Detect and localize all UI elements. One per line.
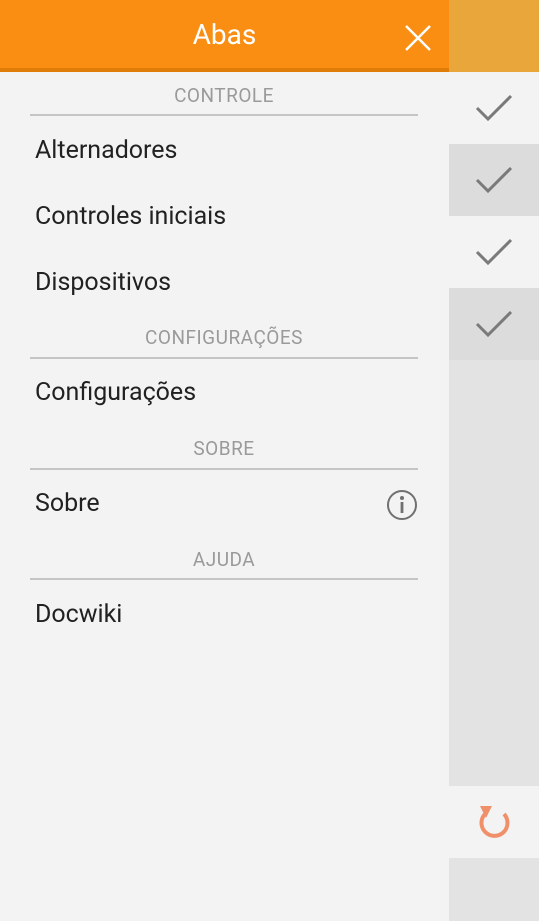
- checkmark-icon: [475, 166, 513, 194]
- checkmark-icon: [475, 94, 513, 122]
- checkmark-icon: [475, 310, 513, 338]
- section-header-controle: CONTROLE: [174, 84, 274, 107]
- checkmark-icon: [475, 238, 513, 266]
- section-header-configuracoes: CONFIGURAÇÕES: [145, 326, 303, 349]
- menu-item-controles-iniciais[interactable]: Controles iniciais: [0, 186, 449, 246]
- menu-item-docwiki[interactable]: Docwiki: [0, 584, 449, 644]
- background-header: [449, 0, 539, 72]
- drawer-title: Abas: [192, 18, 257, 51]
- refresh-icon: [479, 806, 510, 838]
- background-row-1[interactable]: [449, 72, 539, 144]
- drawer-header: Abas: [0, 0, 449, 72]
- menu-item-sobre[interactable]: Sobre: [0, 473, 449, 533]
- background-row-4[interactable]: [449, 288, 539, 360]
- background-row-3[interactable]: [449, 216, 539, 288]
- navigation-drawer: Abas CONTROLE Alternadores Controles ini…: [0, 0, 449, 921]
- close-icon: [405, 25, 431, 51]
- background-row-2[interactable]: [449, 144, 539, 216]
- section-divider: [30, 578, 418, 580]
- menu-item-configuracoes[interactable]: Configurações: [0, 362, 449, 422]
- section-divider: [30, 468, 418, 470]
- section-divider: [30, 114, 418, 116]
- menu-item-dispositivos[interactable]: Dispositivos: [0, 252, 449, 312]
- section-header-sobre: SOBRE: [193, 437, 255, 460]
- info-icon[interactable]: [386, 489, 418, 521]
- section-divider: [30, 357, 418, 359]
- close-button[interactable]: [400, 20, 436, 56]
- menu-item-alternadores[interactable]: Alternadores: [0, 120, 449, 180]
- section-header-ajuda: AJUDA: [192, 548, 256, 571]
- refresh-button[interactable]: [449, 786, 539, 858]
- background-list-strip: [449, 0, 539, 921]
